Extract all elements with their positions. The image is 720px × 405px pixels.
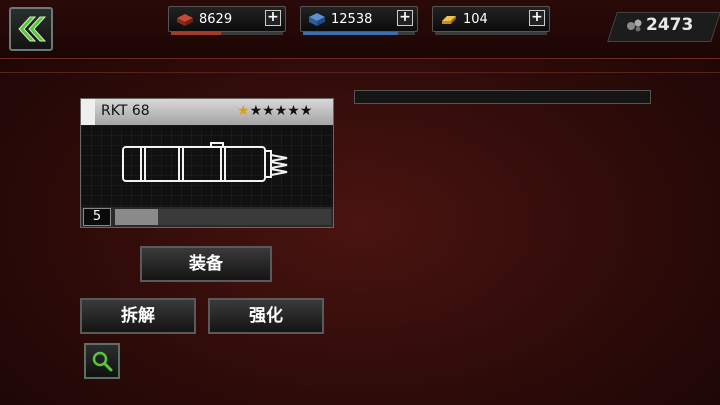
- crate-bar: [303, 32, 415, 35]
- back-button[interactable]: [9, 7, 53, 51]
- brick-value: 8629: [199, 12, 233, 27]
- brick-bar: [171, 32, 283, 35]
- gold-bar: [435, 32, 547, 35]
- add-crate-button[interactable]: +: [397, 10, 413, 26]
- resource-gold: 104 +: [432, 6, 550, 35]
- weapon-level: 5: [83, 208, 111, 226]
- frame-line-2: [0, 72, 720, 73]
- star-empty-icon: ★: [299, 103, 313, 119]
- rocket-launcher-icon: [122, 142, 288, 182]
- weapon-level-bar: [115, 209, 331, 225]
- brick-icon: [177, 14, 193, 26]
- brick-bar-fill: [171, 32, 222, 35]
- star-filled-icon: ★: [237, 103, 250, 119]
- star-rating: ★★★★★★: [237, 103, 312, 119]
- weapon-name: RKT 68: [101, 103, 150, 119]
- gold-icon: [442, 16, 456, 24]
- details-panel: [354, 90, 651, 104]
- search-button[interactable]: [84, 343, 120, 379]
- add-gold-button[interactable]: +: [529, 10, 545, 26]
- star-empty-icon: ★: [287, 103, 300, 119]
- weapon-level-row: 5: [81, 207, 333, 227]
- gold-value: 104: [463, 12, 488, 27]
- gems-value: 2473: [646, 15, 694, 35]
- dismantle-button[interactable]: 拆解: [80, 298, 196, 334]
- upgrade-button[interactable]: 强化: [208, 298, 324, 334]
- top-frame-line: [0, 58, 720, 59]
- weapon-level-bar-fill: [115, 209, 159, 225]
- weapon-card[interactable]: RKT 68 ★★★★★★ 5: [80, 98, 334, 228]
- double-chevron-left-icon: [18, 16, 46, 42]
- crate-icon: [309, 13, 325, 26]
- resource-brick: 8629 +: [168, 6, 286, 35]
- resource-crate: 12538 +: [300, 6, 418, 35]
- magnifier-icon: [92, 351, 113, 372]
- equip-button[interactable]: 装备: [140, 246, 272, 282]
- weapon-card-header: RKT 68 ★★★★★★: [81, 99, 333, 125]
- star-empty-icon: ★: [249, 103, 263, 119]
- weapon-image-area: [81, 125, 333, 207]
- crate-value: 12538: [331, 12, 373, 27]
- gems-icon: [627, 19, 642, 32]
- star-empty-icon: ★: [274, 103, 288, 119]
- star-empty-icon: ★: [262, 103, 275, 119]
- header-strip: [81, 99, 95, 125]
- crate-bar-fill: [303, 32, 399, 35]
- add-brick-button[interactable]: +: [265, 10, 281, 26]
